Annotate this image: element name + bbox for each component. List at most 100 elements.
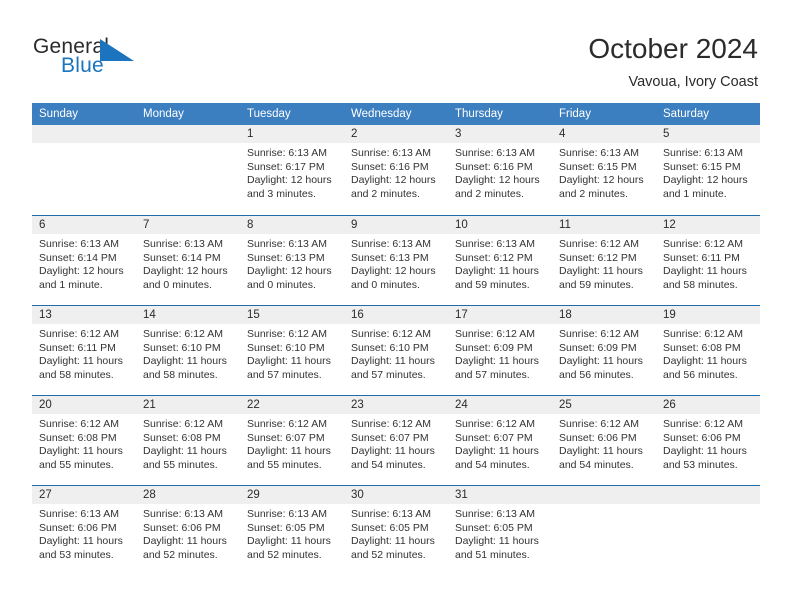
calendar-week-row: 27 Sunrise: 6:13 AM Sunset: 6:06 PM Dayligh…: [32, 485, 760, 575]
calendar-day-cell[interactable]: 7 Sunrise: 6:13 AM Sunset: 6:14 PM Daylight…: [136, 216, 240, 305]
day-number-band: 3: [448, 125, 552, 143]
day-number: 30: [351, 489, 364, 501]
calendar-day-cell[interactable]: 24 Sunrise: 6:12 AM Sunset: 6:07 PM Dayligh…: [448, 396, 552, 485]
calendar-day-cell[interactable]: 25 Sunrise: 6:12 AM Sunset: 6:06 PM Dayligh…: [552, 396, 656, 485]
day-detail-line: Daylight: 11 hours: [559, 265, 643, 278]
calendar-day-cell[interactable]: 17 Sunrise: 6:12 AM Sunset: 6:09 PM Dayligh…: [448, 306, 552, 395]
day-number: 31: [455, 489, 468, 501]
calendar-day-cell[interactable]: 18 Sunrise: 6:12 AM Sunset: 6:09 PM Dayligh…: [552, 306, 656, 395]
calendar-day-cell[interactable]: 1 Sunrise: 6:13 AM Sunset: 6:17 PM Daylight…: [240, 125, 344, 215]
calendar-week-row: 6 Sunrise: 6:13 AM Sunset: 6:14 PM Daylight…: [32, 215, 760, 305]
day-detail-line: and 2 minutes.: [559, 187, 628, 200]
day-detail-line: and 52 minutes.: [143, 548, 218, 561]
calendar-day-cell[interactable]: 28 Sunrise: 6:13 AM Sunset: 6:06 PM Dayligh…: [136, 486, 240, 575]
day-detail-line: Sunrise: 6:12 AM: [39, 328, 119, 340]
calendar-day-cell[interactable]: 5 Sunrise: 6:13 AM Sunset: 6:15 PM Daylight…: [656, 125, 760, 215]
general-blue-logo[interactable]: General Blue: [33, 36, 233, 86]
calendar-day-cell[interactable]: 6 Sunrise: 6:13 AM Sunset: 6:14 PM Daylight…: [32, 216, 136, 305]
day-detail-line: Daylight: 11 hours: [351, 445, 435, 458]
day-number-band: 29: [240, 486, 344, 504]
calendar-day-cell[interactable]: 11 Sunrise: 6:12 AM Sunset: 6:12 PM Dayligh…: [552, 216, 656, 305]
day-detail-line: and 55 minutes.: [247, 458, 322, 471]
calendar-day-cell[interactable]: 10 Sunrise: 6:13 AM Sunset: 6:12 PM Dayligh…: [448, 216, 552, 305]
calendar-page: General Blue October 2024 Vavoua, Ivory …: [0, 0, 792, 612]
day-detail-line: Daylight: 12 hours: [247, 174, 332, 187]
day-detail-line: Sunset: 6:08 PM: [143, 431, 221, 444]
calendar-day-cell[interactable]: 19 Sunrise: 6:12 AM Sunset: 6:08 PM Dayligh…: [656, 306, 760, 395]
day-details: Sunrise: 6:12 AM Sunset: 6:08 PM Daylight:…: [136, 414, 240, 472]
calendar-day-cell[interactable]: 29 Sunrise: 6:13 AM Sunset: 6:05 PM Dayligh…: [240, 486, 344, 575]
calendar-day-cell[interactable]: 15 Sunrise: 6:12 AM Sunset: 6:10 PM Dayligh…: [240, 306, 344, 395]
calendar-day-cell[interactable]: 8 Sunrise: 6:13 AM Sunset: 6:13 PM Daylight…: [240, 216, 344, 305]
calendar-body: 1 Sunrise: 6:13 AM Sunset: 6:17 PM Daylight…: [32, 125, 760, 575]
calendar-day-cell[interactable]: 16 Sunrise: 6:12 AM Sunset: 6:10 PM Dayligh…: [344, 306, 448, 395]
calendar-day-cell[interactable]: 2 Sunrise: 6:13 AM Sunset: 6:16 PM Daylight…: [344, 125, 448, 215]
day-detail-line: and 58 minutes.: [39, 368, 114, 381]
day-detail-line: Sunset: 6:14 PM: [143, 251, 221, 264]
day-details: Sunrise: 6:13 AM Sunset: 6:17 PM Daylight:…: [240, 143, 344, 201]
day-detail-line: Sunrise: 6:12 AM: [351, 328, 431, 340]
day-number-band: 17: [448, 306, 552, 324]
calendar-day-cell[interactable]: 22 Sunrise: 6:12 AM Sunset: 6:07 PM Dayligh…: [240, 396, 344, 485]
day-detail-line: Daylight: 11 hours: [143, 445, 227, 458]
day-number: 17: [455, 309, 468, 321]
day-number: 23: [351, 399, 364, 411]
day-details: Sunrise: 6:13 AM Sunset: 6:05 PM Daylight:…: [344, 504, 448, 562]
day-detail-line: Sunset: 6:17 PM: [247, 160, 325, 173]
day-number: 14: [143, 309, 156, 321]
day-details: Sunrise: 6:13 AM Sunset: 6:16 PM Daylight:…: [344, 143, 448, 201]
day-detail-line: Daylight: 11 hours: [559, 355, 643, 368]
day-detail-line: Daylight: 12 hours: [39, 265, 124, 278]
day-detail-line: Sunrise: 6:12 AM: [143, 328, 223, 340]
calendar-day-cell[interactable]: 31 Sunrise: 6:13 AM Sunset: 6:05 PM Dayligh…: [448, 486, 552, 575]
day-detail-line: Sunrise: 6:12 AM: [247, 418, 327, 430]
day-number: 21: [143, 399, 156, 411]
calendar-day-cell[interactable]: 27 Sunrise: 6:13 AM Sunset: 6:06 PM Dayligh…: [32, 486, 136, 575]
day-number-band: 21: [136, 396, 240, 414]
day-details: [656, 504, 760, 508]
calendar-week-row: 13 Sunrise: 6:12 AM Sunset: 6:11 PM Dayligh…: [32, 305, 760, 395]
day-details: [136, 143, 240, 147]
calendar-day-cell[interactable]: 9 Sunrise: 6:13 AM Sunset: 6:13 PM Daylight…: [344, 216, 448, 305]
day-detail-line: Sunset: 6:13 PM: [351, 251, 429, 264]
calendar-day-cell[interactable]: 3 Sunrise: 6:13 AM Sunset: 6:16 PM Daylight…: [448, 125, 552, 215]
day-detail-line: Sunrise: 6:12 AM: [559, 238, 639, 250]
calendar-day-cell[interactable]: 13 Sunrise: 6:12 AM Sunset: 6:11 PM Dayligh…: [32, 306, 136, 395]
day-number: 5: [663, 128, 670, 140]
day-details: Sunrise: 6:12 AM Sunset: 6:09 PM Daylight:…: [552, 324, 656, 382]
calendar-day-cell[interactable]: 14 Sunrise: 6:12 AM Sunset: 6:10 PM Dayligh…: [136, 306, 240, 395]
day-detail-line: Sunrise: 6:13 AM: [455, 147, 535, 159]
day-number-band: 8: [240, 216, 344, 234]
title-block: October 2024 Vavoua, Ivory Coast: [588, 32, 758, 92]
day-details: Sunrise: 6:12 AM Sunset: 6:06 PM Daylight:…: [656, 414, 760, 472]
day-details: [32, 143, 136, 147]
calendar-day-cell[interactable]: 30 Sunrise: 6:13 AM Sunset: 6:05 PM Dayligh…: [344, 486, 448, 575]
calendar-day-cell[interactable]: 20 Sunrise: 6:12 AM Sunset: 6:08 PM Dayligh…: [32, 396, 136, 485]
day-number-band: 1: [240, 125, 344, 143]
day-detail-line: Daylight: 11 hours: [663, 355, 747, 368]
day-number-band: [32, 125, 136, 143]
calendar-day-cell[interactable]: 12 Sunrise: 6:12 AM Sunset: 6:11 PM Dayligh…: [656, 216, 760, 305]
day-details: Sunrise: 6:13 AM Sunset: 6:14 PM Daylight:…: [32, 234, 136, 292]
day-detail-line: Sunset: 6:12 PM: [559, 251, 637, 264]
day-number-band: 12: [656, 216, 760, 234]
day-number: 22: [247, 399, 260, 411]
day-number: 4: [559, 128, 566, 140]
day-detail-line: Sunrise: 6:13 AM: [247, 147, 327, 159]
day-details: Sunrise: 6:12 AM Sunset: 6:08 PM Daylight:…: [656, 324, 760, 382]
day-detail-line: Daylight: 11 hours: [39, 445, 123, 458]
day-number: 2: [351, 128, 358, 140]
day-number: 15: [247, 309, 260, 321]
calendar-day-cell[interactable]: 21 Sunrise: 6:12 AM Sunset: 6:08 PM Dayligh…: [136, 396, 240, 485]
dow-wednesday: Wednesday: [351, 108, 412, 120]
day-detail-line: Sunrise: 6:13 AM: [559, 147, 639, 159]
calendar-day-cell[interactable]: 23 Sunrise: 6:12 AM Sunset: 6:07 PM Dayligh…: [344, 396, 448, 485]
day-number: 11: [559, 219, 571, 231]
day-detail-line: and 54 minutes.: [455, 458, 530, 471]
calendar-day-cell[interactable]: 26 Sunrise: 6:12 AM Sunset: 6:06 PM Dayligh…: [656, 396, 760, 485]
day-detail-line: and 56 minutes.: [559, 368, 634, 381]
calendar-day-cell[interactable]: 4 Sunrise: 6:13 AM Sunset: 6:15 PM Daylight…: [552, 125, 656, 215]
day-detail-line: Sunset: 6:07 PM: [351, 431, 429, 444]
day-detail-line: and 58 minutes.: [143, 368, 218, 381]
day-detail-line: Daylight: 11 hours: [247, 355, 331, 368]
